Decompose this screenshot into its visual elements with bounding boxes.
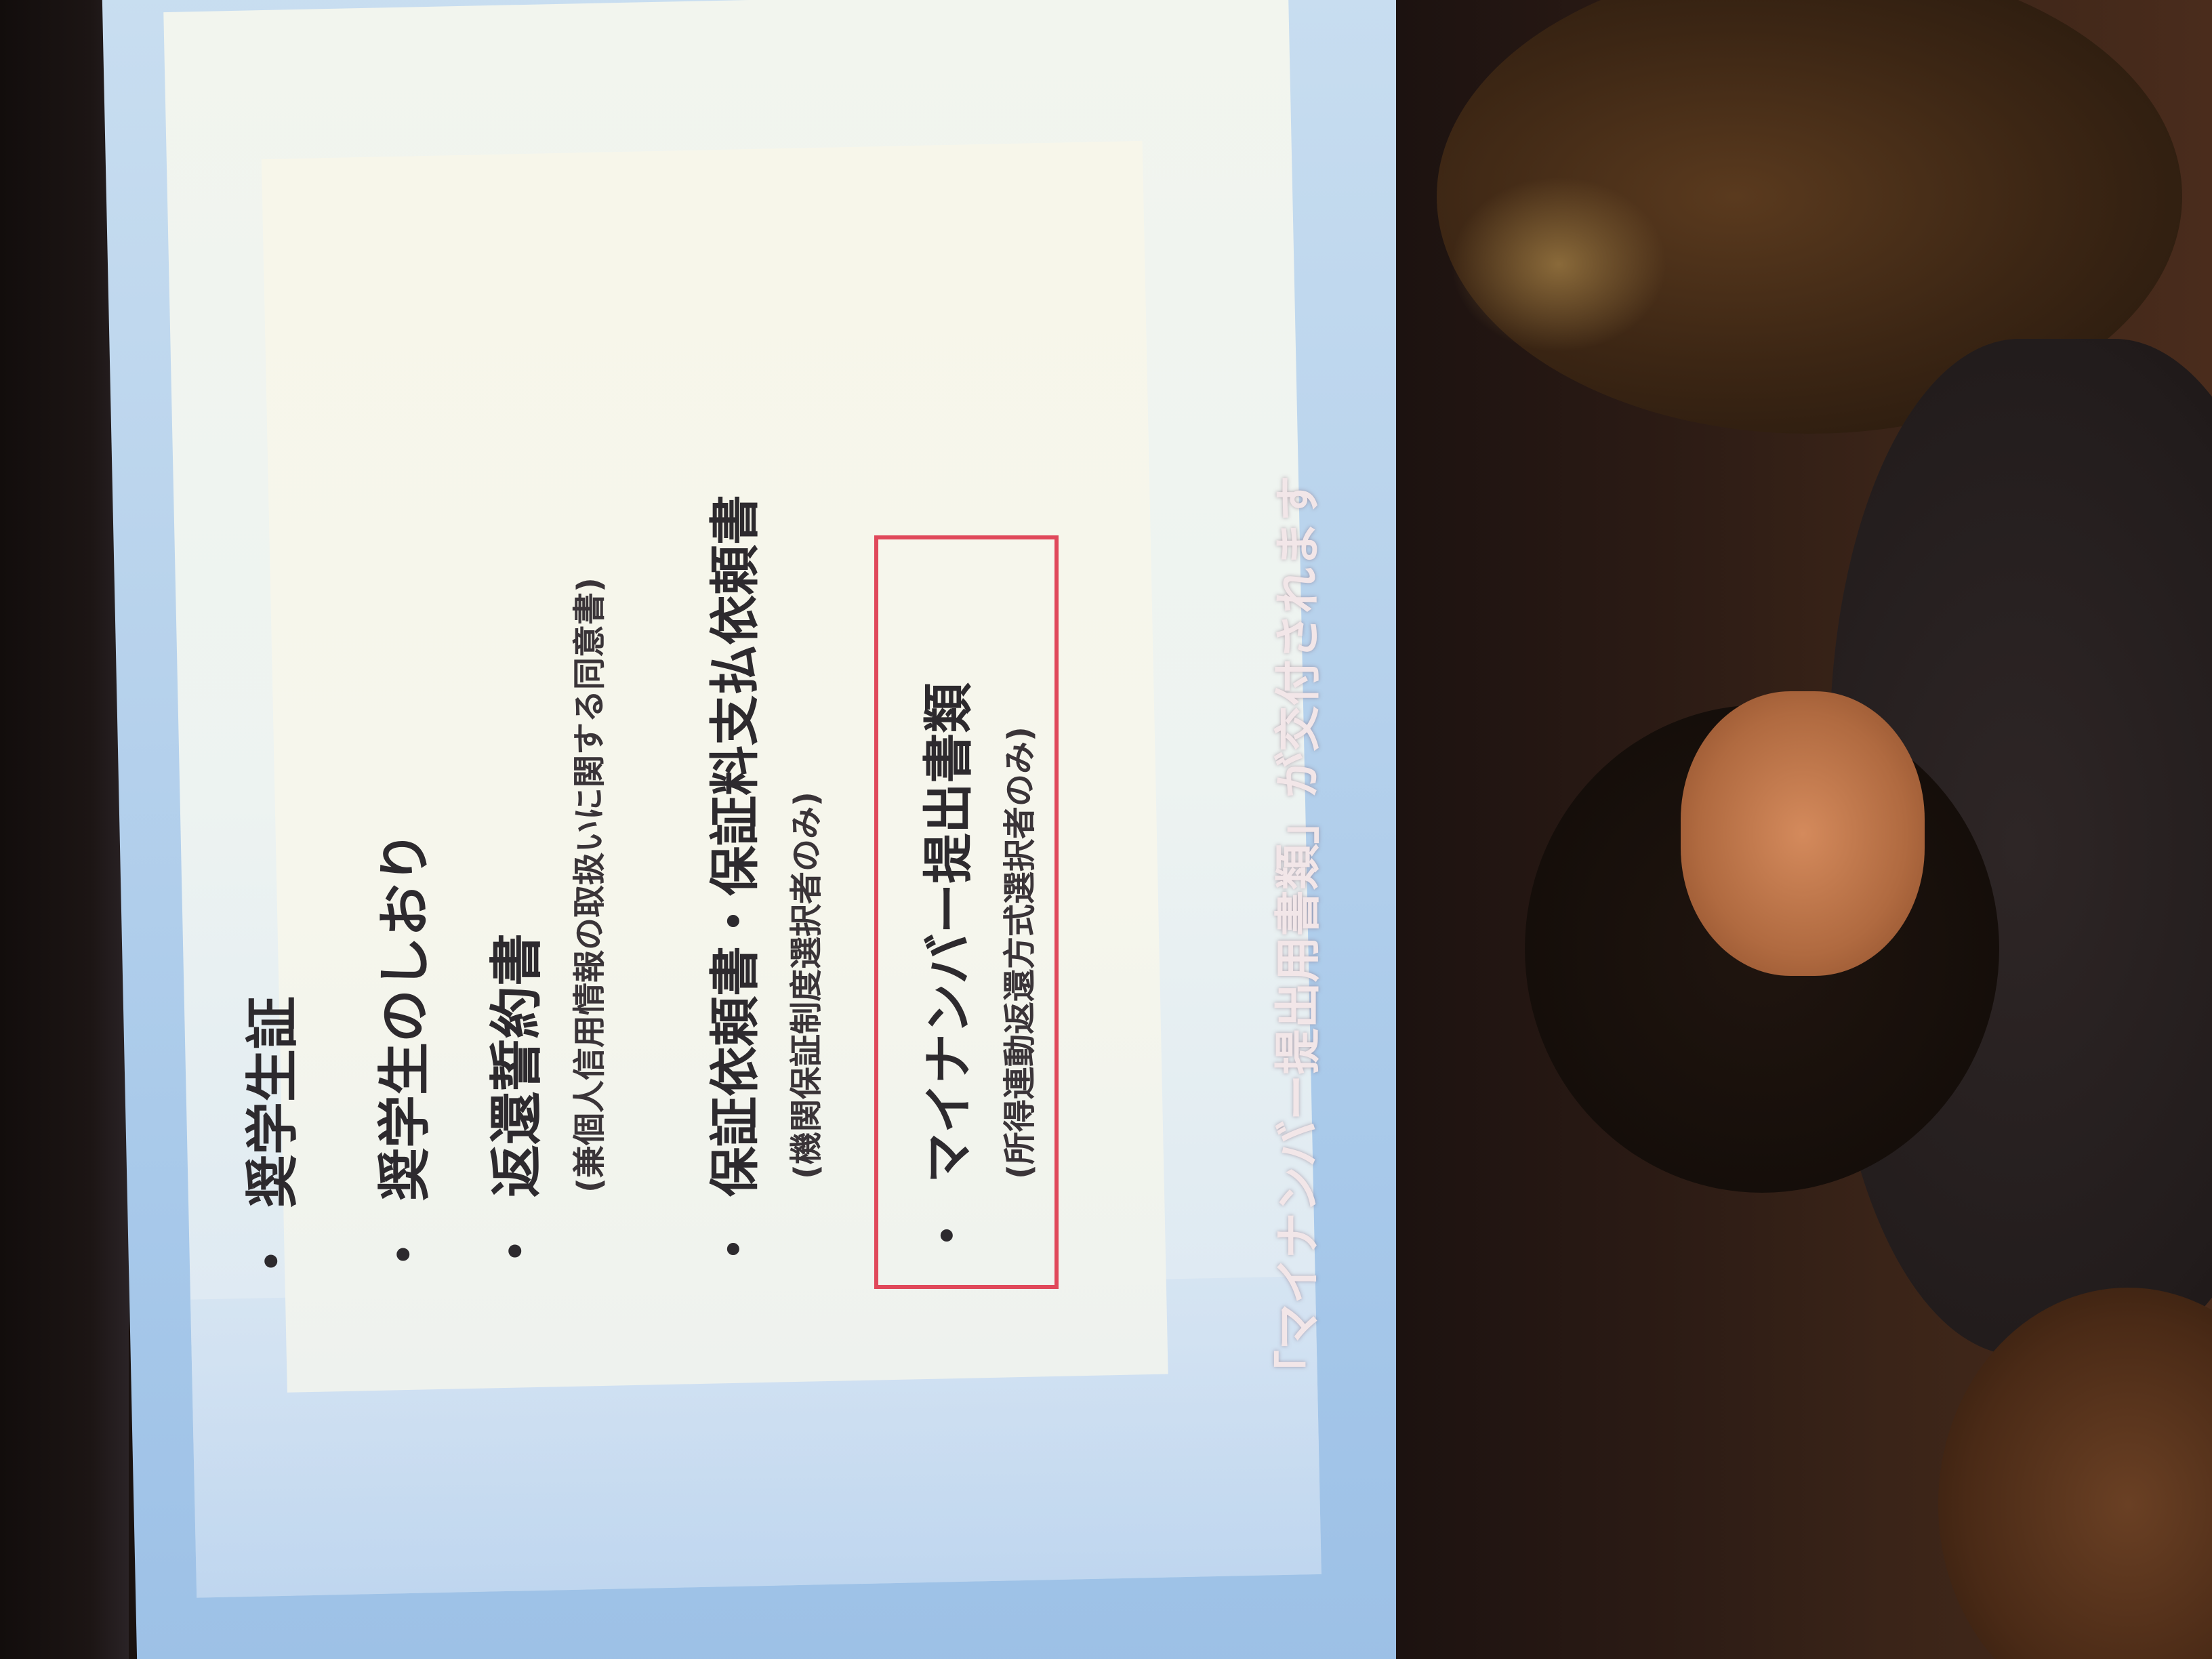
- hat-highlight: [1450, 176, 1667, 352]
- bullet: ・: [375, 1227, 436, 1281]
- slide-item-3: ・返還誓約書: [474, 933, 550, 1277]
- slide-item-5-text: マイナンバー提出書類: [920, 682, 978, 1183]
- slide-item-4-note: (機関保証制度選択者のみ): [787, 792, 825, 1179]
- slide-item-3-text: 返還誓約書: [487, 933, 548, 1197]
- bullet: ・: [920, 1210, 978, 1261]
- slide-item-1: ・奨学生証: [230, 996, 306, 1288]
- bullet: ・: [243, 1234, 304, 1288]
- slide-item-2-text: 奨学生のしおり: [375, 830, 436, 1201]
- slide-item-1-text: 奨学生証: [243, 996, 304, 1208]
- slide-item-4: ・ 保証依頼書・保証料支払依頼書: [695, 495, 767, 1274]
- slide-item-4-text: 保証依頼書・保証料支払依頼書: [706, 495, 764, 1197]
- slide-item-2: ・奨学生のしおり: [363, 831, 438, 1281]
- slide-caption: 「マイナンバー提出用書類」が交付されます: [1272, 475, 1326, 1396]
- audience-face: [1681, 691, 1925, 976]
- slide-item-3-note: (兼個人信用情報の取扱いに関する同意書): [571, 577, 609, 1193]
- bullet: ・: [487, 1224, 548, 1277]
- bullet: ・: [706, 1224, 764, 1274]
- projection-screen: [102, 0, 1446, 1659]
- slide-item-5: ・ マイナンバー提出書類: [908, 682, 981, 1261]
- photo-scene: ・奨学生証 ・奨学生のしおり ・返還誓約書 (兼個人信用情報の取扱いに関する同意…: [0, 0, 2212, 1659]
- slide-item-5-note: (所得連動返還方式選択者のみ): [1001, 726, 1039, 1179]
